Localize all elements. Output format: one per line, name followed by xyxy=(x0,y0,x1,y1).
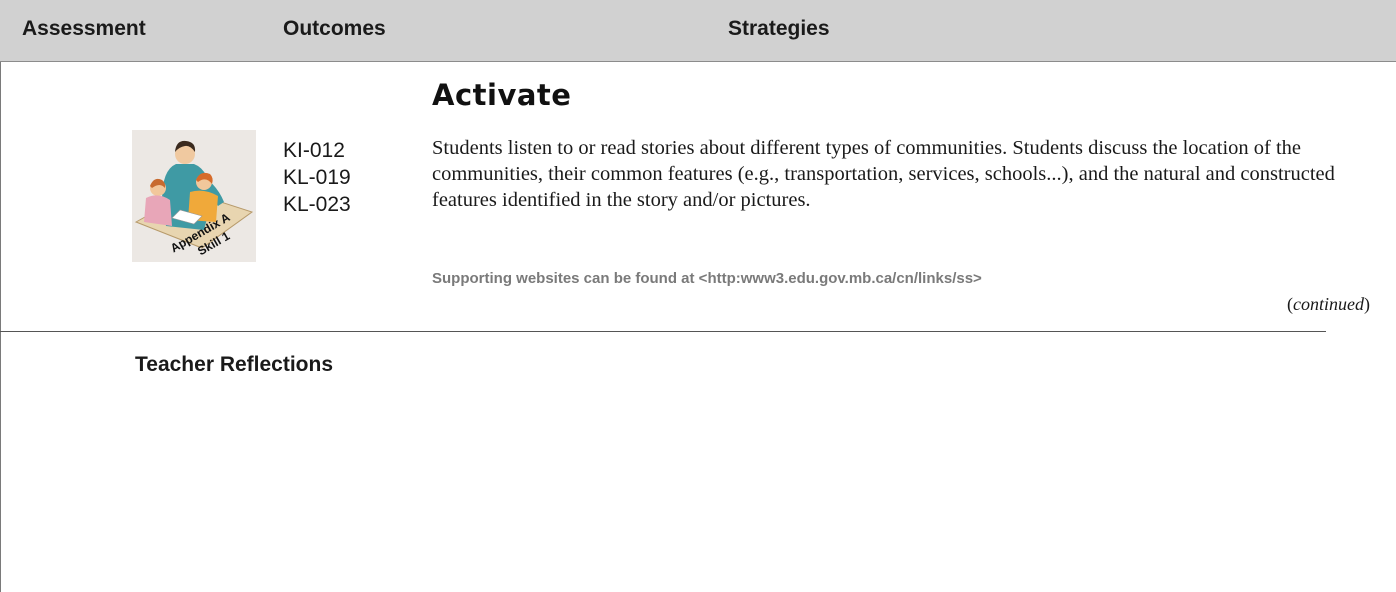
section-divider xyxy=(0,331,1326,332)
appendix-a-skill-1-icon: Appendix A Skill 1 xyxy=(132,130,256,262)
outcome-code: KI-012 xyxy=(283,139,345,162)
assessment-column-header: Assessment xyxy=(22,17,146,40)
teacher-reflections-heading: Teacher Reflections xyxy=(135,353,334,376)
outcomes-list: KI-012 KL-019 KL-023 xyxy=(283,137,351,218)
section-title: Activate xyxy=(432,78,572,112)
outcome-code: KL-023 xyxy=(283,193,351,216)
continued-word: continued xyxy=(1293,294,1364,314)
page-left-border xyxy=(0,0,1,592)
strategies-column-header: Strategies xyxy=(728,17,830,40)
outcome-code: KL-019 xyxy=(283,166,351,189)
continued-close-paren: ) xyxy=(1364,294,1370,314)
continued-marker: (continued) xyxy=(1287,294,1370,315)
column-header-bar: Assessment Outcomes Strategies xyxy=(0,0,1396,62)
strategy-paragraph: Students listen to or read stories about… xyxy=(432,137,1335,211)
outcomes-column-header: Outcomes xyxy=(283,17,386,40)
supporting-websites-note: Supporting websites can be found at <htt… xyxy=(432,270,982,287)
